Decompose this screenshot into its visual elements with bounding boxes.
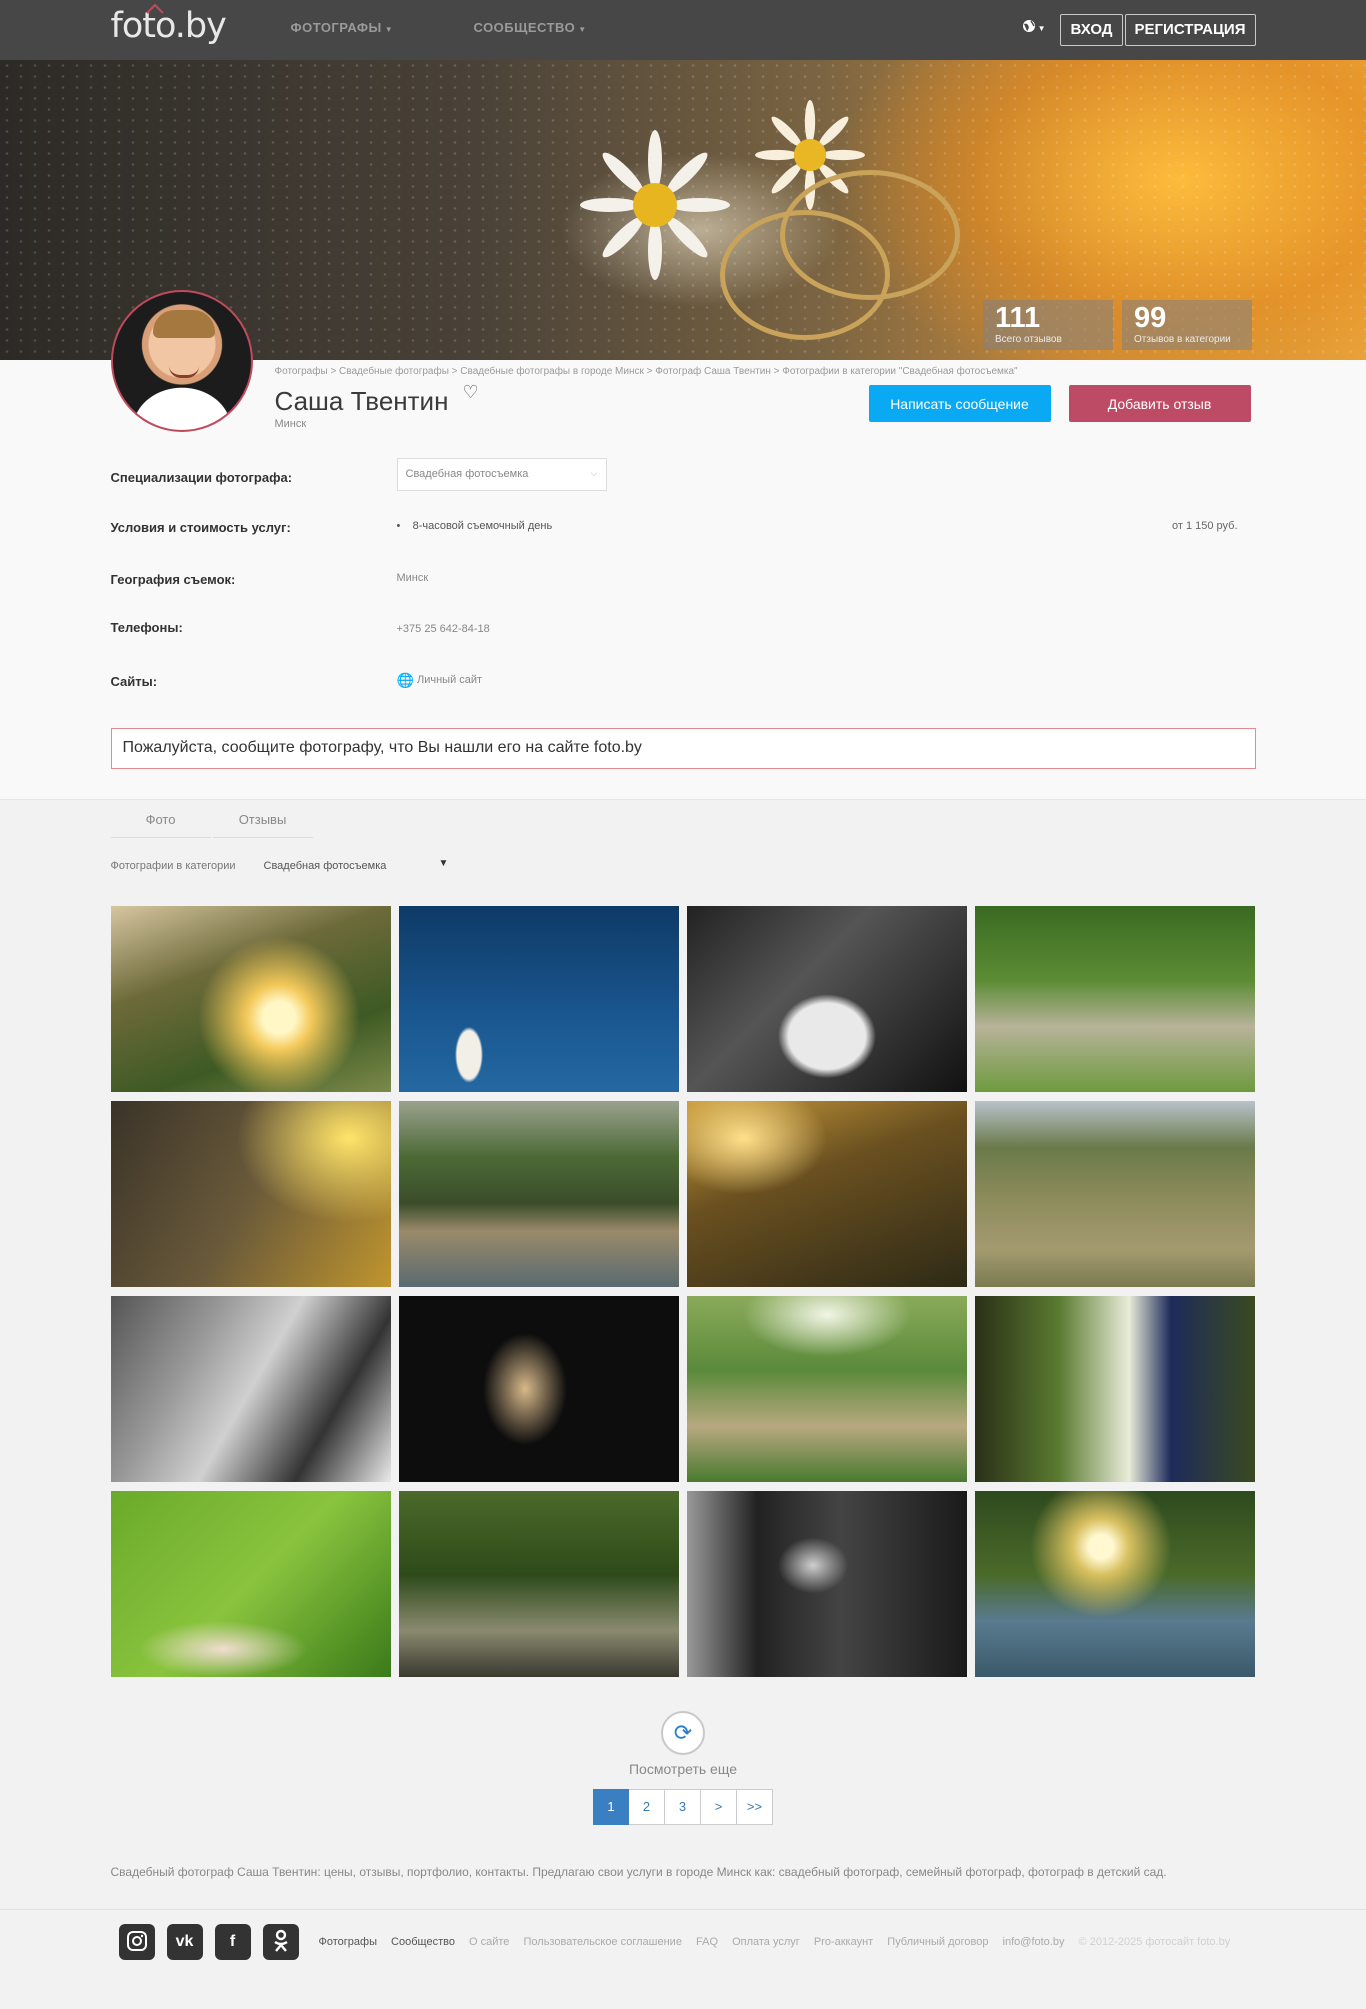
footer-link[interactable]: FAQ: [696, 1936, 718, 1948]
footer-link[interactable]: Оплата услуг: [732, 1936, 800, 1948]
phones-label: Телефоны:: [110, 620, 183, 635]
login-button[interactable]: ВХОД: [1060, 14, 1123, 46]
photographer-name: Саша Твентин: [274, 386, 449, 416]
photo-thumbnail[interactable]: [398, 1101, 679, 1287]
pagination: 1 2 3 > >>: [111, 1789, 1256, 1825]
photo-thumbnail[interactable]: [110, 906, 391, 1092]
favorite-heart-icon[interactable]: ♡: [463, 382, 479, 403]
page-3[interactable]: 3: [665, 1789, 701, 1825]
category-select[interactable]: Свадебная фотосъемка: [264, 860, 387, 872]
phone-number[interactable]: +375 25 642-84-18: [397, 623, 490, 635]
notice-banner: Пожалуйста, сообщите фотографу, что Вы н…: [110, 728, 1256, 769]
logo-roof-icon: [145, 4, 164, 14]
sites-label: Сайты:: [110, 674, 158, 689]
nav-community[interactable]: СООБЩЕСТВО ▼: [474, 20, 587, 35]
geo-label: География съемок:: [110, 572, 236, 587]
terms-price: от 1 150 руб.: [1171, 520, 1238, 532]
page-1[interactable]: 1: [593, 1789, 629, 1825]
photo-thumbnail[interactable]: [686, 1296, 967, 1482]
stat-total-reviews: 111 Всего отзывов: [983, 300, 1113, 350]
photo-thumbnail[interactable]: [110, 1296, 391, 1482]
odnoklassniki-icon[interactable]: [262, 1924, 299, 1960]
write-message-button[interactable]: Написать сообщение: [868, 385, 1051, 422]
add-review-button[interactable]: Добавить отзыв: [1068, 385, 1251, 422]
photo-thumbnail[interactable]: [686, 1491, 967, 1677]
top-navbar: foto.by ФОТОГРАФЫ ▼ СООБЩЕСТВО ▼ ▼ ВХОД РЕ…: [0, 0, 1366, 60]
photo-gallery: [110, 906, 1256, 1677]
photo-thumbnail[interactable]: [974, 1296, 1255, 1482]
terms-label: Условия и стоимость услуг:: [110, 520, 291, 535]
seo-description: Свадебный фотограф Саша Твентин: цены, о…: [110, 1865, 1167, 1879]
terms-item: • 8-часовой съемочный день: [396, 520, 553, 532]
ring-graphic: [780, 170, 960, 300]
footer-link[interactable]: Сообщество: [391, 1936, 455, 1948]
profile-section: Фотографы > Свадебные фотографы > Свадеб…: [0, 290, 1366, 799]
photo-thumbnail[interactable]: [974, 1101, 1255, 1287]
personal-site-link[interactable]: 🌐 Личный сайт: [397, 672, 483, 689]
facebook-icon[interactable]: f: [214, 1924, 251, 1960]
breadcrumb[interactable]: Фотографы > Свадебные фотографы > Свадеб…: [275, 366, 1018, 377]
tab-photos[interactable]: Фото: [110, 812, 211, 838]
caret-down-icon[interactable]: ▼: [439, 858, 449, 869]
footer-links: Фотографы Сообщество О сайте Пользовател…: [319, 1936, 1231, 1948]
photo-thumbnail[interactable]: [974, 1491, 1255, 1677]
caret-down-icon: ▼: [384, 25, 394, 34]
photographer-city: Минск: [274, 418, 307, 430]
geo-value: Минск: [396, 572, 429, 584]
copyright: © 2012-2025 фотосайт foto.by: [1078, 1936, 1231, 1948]
photo-thumbnail[interactable]: [110, 1491, 391, 1677]
footer-link[interactable]: О сайте: [469, 1936, 509, 1948]
register-button[interactable]: РЕГИСТРАЦИЯ: [1124, 14, 1256, 46]
filter-label: Фотографии в категории: [110, 860, 236, 872]
refresh-icon[interactable]: ⟳: [661, 1711, 705, 1755]
caret-down-icon: ▼: [578, 25, 587, 34]
footer-link[interactable]: Публичный договор: [887, 1936, 988, 1948]
tab-reviews[interactable]: Отзывы: [212, 812, 313, 838]
photo-thumbnail[interactable]: [398, 1491, 679, 1677]
load-more-label[interactable]: Посмотреть еще: [111, 1761, 1256, 1777]
load-more[interactable]: ⟳ Посмотреть еще: [111, 1711, 1256, 1777]
spec-label: Специализации фотографа:: [110, 470, 293, 485]
category-filter: Фотографии в категории Свадебная фотосъе…: [111, 842, 1256, 902]
page-2[interactable]: 2: [629, 1789, 665, 1825]
photo-thumbnail[interactable]: [974, 906, 1255, 1092]
globe-icon: 🌐: [396, 672, 414, 688]
language-globe-icon[interactable]: ▼: [1022, 18, 1046, 36]
footer-link[interactable]: info@foto.by: [1003, 1936, 1065, 1948]
photo-thumbnail[interactable]: [398, 906, 679, 1092]
page-next[interactable]: >: [701, 1789, 737, 1825]
instagram-icon[interactable]: [118, 1924, 155, 1960]
stat-category-reviews: 99 Отзывов в категории: [1122, 300, 1252, 350]
tabs: Фото Отзывы: [110, 812, 1256, 842]
site-logo[interactable]: foto.by: [111, 4, 227, 46]
chevron-down-icon: ⌵: [590, 468, 598, 478]
photo-thumbnail[interactable]: [110, 1101, 391, 1287]
daisy-graphic: [580, 130, 730, 280]
nav-photographers[interactable]: ФОТОГРАФЫ ▼: [291, 20, 394, 35]
vk-icon[interactable]: vk: [166, 1924, 203, 1960]
photo-thumbnail[interactable]: [686, 906, 967, 1092]
specialization-select[interactable]: Свадебная фотосъемка ⌵: [396, 458, 607, 491]
page-last[interactable]: >>: [737, 1789, 773, 1825]
photo-thumbnail[interactable]: [686, 1101, 967, 1287]
footer: vk f Фотографы Сообщество О сайте Пользо…: [0, 1909, 1366, 2009]
photos-section: Фото Отзывы Фотографии в категории Сваде…: [0, 799, 1366, 1909]
footer-link[interactable]: Фотографы: [319, 1936, 377, 1948]
avatar: [110, 290, 253, 432]
photo-thumbnail[interactable]: [398, 1296, 679, 1482]
footer-link[interactable]: Pro-аккаунт: [814, 1936, 873, 1948]
footer-link[interactable]: Пользовательское соглашение: [524, 1936, 682, 1948]
